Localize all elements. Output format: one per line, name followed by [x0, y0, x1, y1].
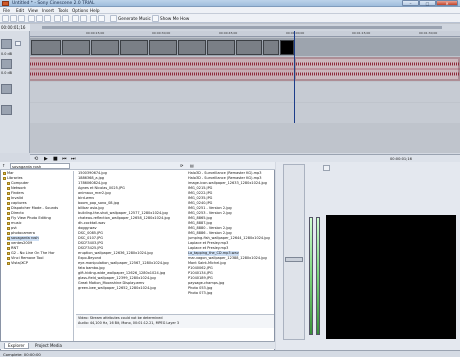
video-clip[interactable]	[207, 40, 235, 55]
path-bar: ↑ sovagarda rosh ⟳ ▤	[0, 162, 275, 170]
paste-icon[interactable]	[44, 15, 51, 22]
video-clip[interactable]	[149, 40, 177, 55]
mute-button[interactable]	[15, 41, 21, 46]
tab-project-media[interactable]: Project Media	[32, 343, 65, 348]
toolbar: Generate Music Show Me How	[0, 14, 460, 23]
trim-icon[interactable]	[98, 15, 105, 22]
path-input[interactable]: sovagarda rosh	[10, 163, 70, 169]
playhead[interactable]	[294, 31, 295, 123]
video-clip[interactable]	[236, 40, 262, 55]
cut-icon[interactable]	[28, 15, 35, 22]
timeline-ruler[interactable]: 00:00:15;00 00:00:30;00 00:00:45;00 00:0…	[30, 31, 460, 37]
file-item[interactable]: Photo 073.jpg	[188, 291, 212, 296]
vu-meter-right	[316, 217, 320, 335]
vu-meter-left	[309, 217, 313, 335]
video-clip-selected[interactable]	[280, 40, 294, 55]
transport-bar: ⟲ ▶ ■ ⏮ ⏭ 00:00:01;16	[30, 154, 460, 162]
voice-track[interactable]	[30, 103, 460, 123]
video-clip[interactable]	[31, 40, 61, 55]
ruler-tick: 00:01:15;00	[352, 31, 371, 35]
track-headers: 0.0 dB 0.0 dB	[0, 31, 30, 153]
music-track-icon	[1, 84, 12, 94]
panel-tabs: Explorer Project Media	[0, 341, 275, 349]
video-clip[interactable]	[263, 40, 279, 55]
undo-icon[interactable]	[54, 15, 61, 22]
music-icon[interactable]	[110, 15, 117, 22]
timecode-display: 00:00:01;16	[0, 24, 30, 31]
menu-tools[interactable]: Tools	[58, 8, 68, 13]
window-title: Untitled * - Sony Cinescene 2.0 TRIAL	[12, 1, 95, 6]
menu-insert[interactable]: Insert	[42, 8, 54, 13]
tab-explorer[interactable]: Explorer	[4, 343, 29, 349]
file-item[interactable]: green-bee_wallpaper_12652_1280x1024.jpg	[78, 286, 156, 291]
audio-waveform	[30, 59, 460, 79]
video-clip[interactable]	[120, 40, 148, 55]
menu-help[interactable]: Help	[90, 8, 100, 13]
music-track[interactable]	[30, 82, 460, 102]
title-bar: Untitled * - Sony Cinescene 2.0 TRIAL – …	[0, 0, 460, 7]
ruler-tick: 00:01:00;00	[286, 31, 305, 35]
up-icon[interactable]: ↑	[2, 163, 8, 168]
ruler-tick: 00:00:30;00	[152, 31, 171, 35]
video-clip[interactable]	[178, 40, 206, 55]
menu-file[interactable]: File	[3, 8, 10, 13]
ruler-tick: 00:01:30;00	[419, 31, 438, 35]
status-bar: Complete: 00:00:00	[0, 350, 460, 357]
menu-edit[interactable]: Edit	[16, 8, 24, 13]
file-list: 1500390674.jpg 1886368_a.jpg 1786060824.…	[76, 171, 274, 313]
ruler-tick: 00:00:45;00	[219, 31, 238, 35]
volume-slider-track[interactable]	[283, 164, 305, 340]
minimize-button[interactable]: –	[402, 0, 419, 6]
folder-tree: Mar Libraries Computer Network Finders I…	[1, 171, 74, 341]
save-icon[interactable]	[18, 15, 25, 22]
close-button[interactable]: ✕	[436, 0, 458, 6]
video-preview	[326, 215, 456, 339]
volume-slider-thumb[interactable]	[285, 257, 303, 262]
video-clip[interactable]	[62, 40, 90, 55]
help-icon[interactable]	[152, 15, 159, 22]
open-icon[interactable]	[10, 15, 17, 22]
generate-music-button[interactable]: Generate Music	[118, 16, 151, 21]
redo-icon[interactable]	[62, 15, 69, 22]
video-clip[interactable]	[91, 40, 119, 55]
file-info: Video: Stream attributes could not be de…	[76, 314, 274, 328]
app-icon	[2, 1, 9, 6]
audio-track[interactable]	[30, 57, 460, 81]
audio-level: 0.0 dB	[1, 71, 12, 75]
views-icon[interactable]: ▤	[190, 163, 196, 168]
mixer-menu-icon[interactable]	[323, 165, 330, 171]
ruler-tick: 00:00:15;00	[86, 31, 105, 35]
playbar-time: 00:00:01;16	[390, 157, 412, 161]
tree-item[interactable]: Vista/XCP	[7, 261, 28, 266]
menu-view[interactable]: View	[28, 8, 38, 13]
properties-icon[interactable]	[80, 15, 87, 22]
video-level: 0.0 dB	[1, 52, 12, 56]
menu-options[interactable]: Options	[72, 8, 88, 13]
pointer-icon[interactable]	[90, 15, 97, 22]
audio-track-icon	[1, 59, 12, 69]
overview-bar[interactable]	[30, 24, 460, 31]
menu-bar: File Edit View Insert Tools Options Help	[0, 7, 460, 14]
refresh-icon[interactable]: ⟳	[180, 163, 186, 168]
render-icon[interactable]	[72, 15, 79, 22]
copy-icon[interactable]	[36, 15, 43, 22]
show-me-how-button[interactable]: Show Me How	[160, 16, 189, 21]
new-icon[interactable]	[2, 15, 9, 22]
maximize-button[interactable]: □	[419, 0, 436, 6]
voice-track-icon	[1, 105, 12, 115]
video-track-icon	[1, 39, 12, 49]
info-audio: Audio: 44,100 Hz, 16 Bit, Mono, 00:01:12…	[78, 321, 180, 325]
